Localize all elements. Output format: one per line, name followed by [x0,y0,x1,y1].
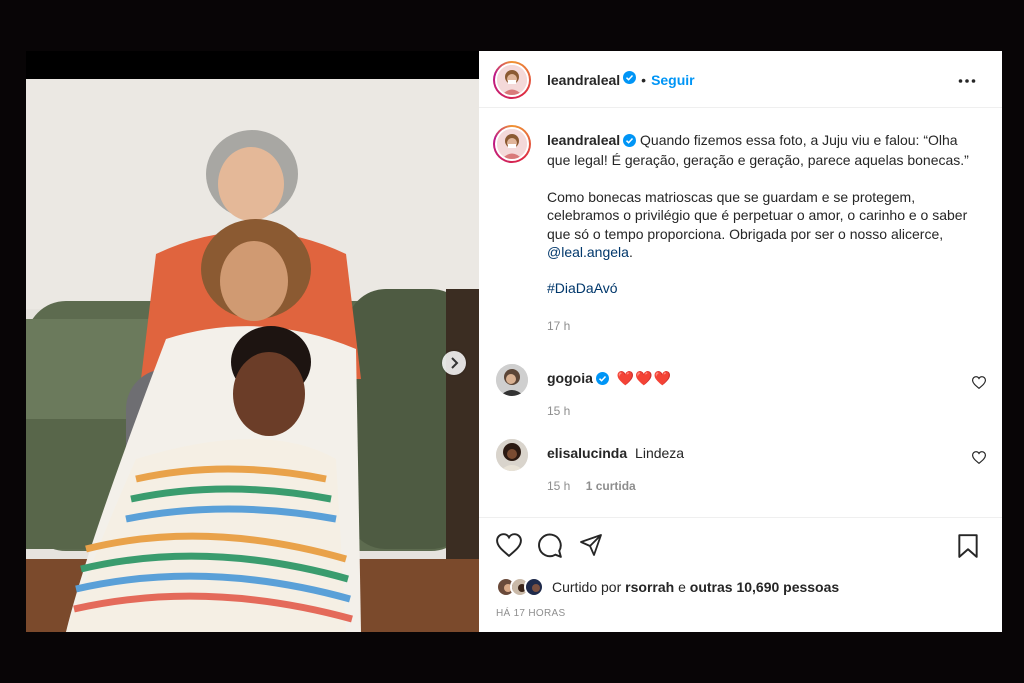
comment-item: elisalucinda Lindeza 15 h 1 curtida [496,439,987,493]
caption-username[interactable]: leandraleal [547,132,620,148]
post-details-panel: leandraleal • Seguir leandraleal Quando … [479,51,1002,632]
comment-username[interactable]: gogoia [547,370,593,386]
author-avatar[interactable] [493,61,531,99]
post-header: leandraleal • Seguir [479,51,1002,108]
more-horizontal-icon [958,79,976,83]
send-icon [580,534,602,556]
caption-author-avatar[interactable] [493,125,531,163]
liker-avatar [524,577,544,597]
post-date[interactable]: HÁ 17 HORAS [496,608,565,619]
like-comment-button[interactable] [971,451,987,469]
comment-username[interactable]: elisalucinda [547,445,627,461]
comment-text: ❤️❤️❤️ [616,370,673,386]
likes-summary: Curtido por rsorrah e outras 10,690 pess… [496,575,839,599]
like-button[interactable] [496,533,522,559]
likes-user[interactable]: rsorrah [625,579,674,595]
heart-icon [971,376,987,390]
commenter-avatar[interactable] [496,364,528,396]
post-actions-section: Curtido por rsorrah e outras 10,690 pess… [479,517,1002,632]
header-separator: • [641,72,647,88]
share-button[interactable] [579,533,605,559]
comment-likes-count[interactable]: 1 curtida [586,479,636,493]
heart-icon [496,533,522,558]
hashtag-link[interactable]: #DiaDaAvó [547,280,618,296]
mention-link[interactable]: @leal.angela [547,244,629,260]
likes-others[interactable]: outras 10,690 pessoas [690,579,839,595]
more-options-button[interactable] [958,71,976,89]
comment-item: gogoia ❤️❤️❤️ 15 h [496,364,987,418]
chevron-right-icon [451,357,459,369]
caption-author-avatar-image [497,129,527,159]
comment-time[interactable]: 15 h [547,404,570,418]
author-avatar-image [497,65,527,95]
follow-button[interactable]: Seguir [651,72,695,88]
post-comments-area: leandraleal Quando fizemos essa foto, a … [479,109,1002,517]
commenter-avatar-image [496,364,528,396]
caption-time[interactable]: 17 h [547,319,570,333]
verified-badge-icon [623,133,637,151]
header-user-line: leandraleal • Seguir [547,71,695,89]
post-caption: leandraleal Quando fizemos essa foto, a … [547,131,972,335]
verified-badge-icon [595,372,609,388]
bookmark-icon [958,534,978,558]
save-button[interactable] [957,533,983,559]
likes-text[interactable]: Curtido por rsorrah e outras 10,690 pess… [552,579,839,595]
comment-icon [538,533,562,558]
family-photo-illustration [26,79,479,632]
mention-suffix: . [628,244,633,261]
commenter-avatar[interactable] [496,439,528,471]
next-photo-button[interactable] [442,351,466,375]
post-media [26,51,479,632]
heart-icon [971,451,987,465]
commenter-avatar-image [496,439,528,471]
comment-button[interactable] [537,533,563,559]
comment-text: Lindeza [635,445,685,461]
comment-body: gogoia ❤️❤️❤️ [547,370,672,388]
verified-badge-icon [623,71,637,89]
like-comment-button[interactable] [971,376,987,394]
comment-body: elisalucinda Lindeza [547,445,684,461]
author-username[interactable]: leandraleal [547,72,620,88]
post-photo [26,79,479,632]
caption-paragraph-2: Como bonecas matrioscas que se guardam e… [547,188,968,242]
likes-middle: e [678,579,686,595]
comment-meta: 15 h 1 curtida [547,479,636,493]
likes-prefix: Curtido por [552,579,622,595]
comment-meta: 15 h [547,404,570,418]
comment-time[interactable]: 15 h [547,479,570,493]
